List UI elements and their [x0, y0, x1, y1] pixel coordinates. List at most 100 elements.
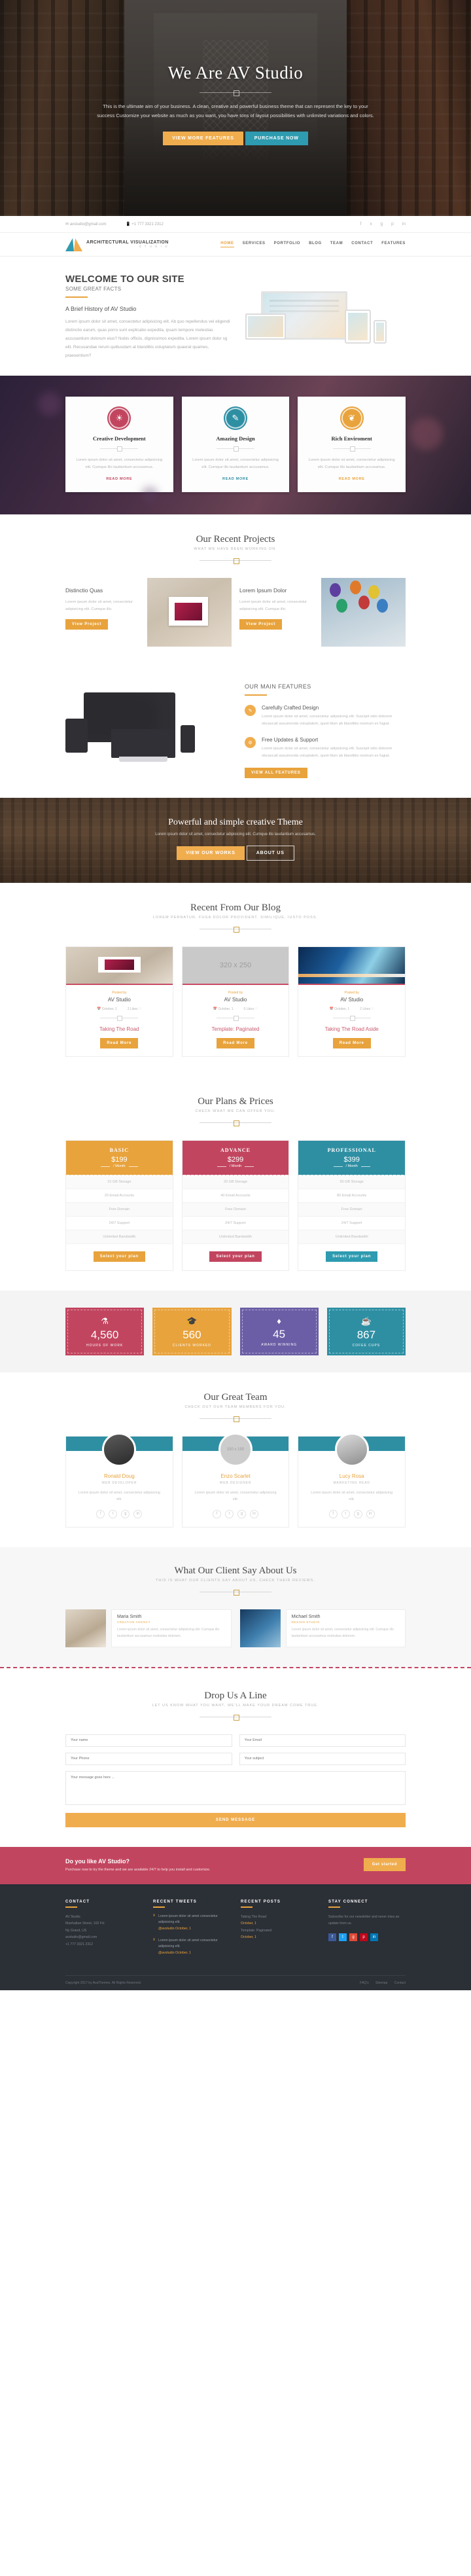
google-plus-icon[interactable]: g: [380, 222, 383, 226]
service-read-more[interactable]: READ MORE: [106, 477, 132, 481]
facebook-icon[interactable]: f: [328, 1509, 338, 1518]
twitter-icon[interactable]: t: [341, 1509, 350, 1518]
message-field[interactable]: [65, 1770, 406, 1805]
get-started-button[interactable]: Get started: [363, 1858, 406, 1872]
topbar-phone[interactable]: 📱 +1 777 3321 2312: [126, 223, 173, 226]
pricing-section: Our Plans & Prices CHECK WHAT WE CAN OFF…: [65, 1077, 406, 1291]
read-more-button[interactable]: Read More: [332, 1038, 371, 1048]
view-project-button[interactable]: View Project: [239, 619, 283, 630]
pinterest-icon[interactable]: p: [360, 1933, 368, 1941]
blog-card[interactable]: 320 x 250 Posted by AV Studio 📅 October,…: [181, 946, 290, 1057]
footer-contact-email[interactable]: avstudio@gmail.com: [65, 1934, 143, 1941]
team-card[interactable]: Lucy Rosa MARKETING HEAD Lorem ipsum dol…: [298, 1433, 406, 1528]
twitter-icon[interactable]: t: [339, 1933, 347, 1941]
topbar: ✉ avstudio@gmail.com 📱 +1 777 3321 2312 …: [0, 216, 471, 233]
nav-item-home[interactable]: HOME: [220, 241, 234, 247]
team-card[interactable]: Ronald Doug WEB DEVELOPER Lorem ipsum do…: [65, 1433, 173, 1528]
blog-thumbnail[interactable]: [66, 947, 173, 985]
counter-card: ☕ 867 COFEE CUPS: [326, 1308, 406, 1355]
service-text: Lorem ipsum dolor sit amet, consectetur …: [308, 458, 395, 469]
topbar-email[interactable]: ✉ avstudio@gmail.com: [65, 223, 115, 226]
welcome-lead: A Brief History of AV Studio: [65, 306, 137, 312]
blog-post-title[interactable]: Template: Paginated: [183, 1026, 289, 1032]
nav-item-blog[interactable]: BLOG: [309, 241, 322, 247]
facebook-icon[interactable]: f: [360, 222, 362, 226]
blog-card[interactable]: Posted by AV Studio 📅 October, 1 2 Likes…: [65, 946, 173, 1057]
pinterest-icon[interactable]: p: [391, 222, 394, 226]
blog-post-title[interactable]: Taking The Road Aside: [298, 1026, 405, 1032]
blog-post-title[interactable]: Taking The Road: [66, 1026, 173, 1032]
view-our-works-button[interactable]: VIEW OUR WORKS: [177, 846, 245, 860]
google-plus-icon[interactable]: g: [121, 1509, 130, 1518]
footer-post-item[interactable]: Taking The Road October, 1: [241, 1914, 318, 1927]
linkedin-icon[interactable]: in: [250, 1509, 258, 1518]
twitter-icon: x: [153, 1937, 155, 1942]
service-card[interactable]: ✎ Amazing Design Lorem ipsum dolor sit a…: [181, 397, 290, 492]
linkedin-icon[interactable]: in: [402, 222, 406, 226]
blog-likes[interactable]: 2 Likes ♡: [128, 1007, 142, 1011]
phone-field[interactable]: [65, 1752, 232, 1765]
about-us-button[interactable]: ABOUT US: [246, 846, 294, 861]
pricing-card[interactable]: PROFESSIONAL $399 / Month 50 GB Storage …: [298, 1140, 406, 1271]
team-card[interactable]: 150 x 150 Enzo Scarlet WEB DESIGNER Lore…: [181, 1433, 290, 1528]
footer-contact-phone[interactable]: +1 777 3321 2312: [65, 1941, 143, 1948]
nav-item-contact[interactable]: CONTACT: [351, 241, 373, 247]
email-field[interactable]: [239, 1734, 406, 1747]
projects-divider: [200, 558, 271, 564]
nav-item-services[interactable]: SERVICES: [243, 241, 266, 247]
facebook-icon[interactable]: f: [328, 1933, 336, 1941]
send-message-button[interactable]: SEND MESSAGE: [65, 1812, 406, 1827]
footer-link-contact[interactable]: Contact: [394, 1981, 406, 1985]
nav-item-portfolio[interactable]: PORTFOLIO: [274, 241, 300, 247]
projects-section: Our Recent Projects WHAT WE HAVE BEEN WO…: [65, 514, 406, 666]
team-social: ft g in: [66, 1509, 173, 1518]
linkedin-icon[interactable]: in: [366, 1509, 375, 1518]
site-logo[interactable]: ARCHITECTURAL VISUALIZATION S T U D I O: [65, 238, 169, 251]
project-image[interactable]: [147, 578, 232, 647]
footer-link-faq[interactable]: FAQ's: [360, 1981, 368, 1985]
tweet-item[interactable]: x Lorem ipsum dolor sit amet consectetur…: [153, 1914, 230, 1932]
team-role: WEB DEVELOPER: [101, 1481, 137, 1485]
google-plus-icon[interactable]: g: [237, 1509, 246, 1518]
linkedin-icon[interactable]: in: [370, 1933, 378, 1941]
pricing-card[interactable]: BASIC $199 / Month 10 GB Storage 20 Emai…: [65, 1140, 173, 1271]
view-more-features-button[interactable]: VIEW MORE FEATURES: [163, 131, 243, 145]
twitter-icon[interactable]: t: [109, 1509, 118, 1518]
google-plus-icon[interactable]: g: [353, 1509, 362, 1518]
google-plus-icon[interactable]: g: [349, 1933, 357, 1941]
select-plan-button[interactable]: Select your plan: [326, 1251, 378, 1262]
footer-link-sitemap[interactable]: Sitemap: [375, 1981, 387, 1985]
twitter-icon[interactable]: x: [370, 222, 372, 226]
blog-thumbnail-placeholder[interactable]: 320 x 250: [182, 947, 289, 985]
select-plan-button[interactable]: Select your plan: [209, 1251, 262, 1262]
subject-field[interactable]: [239, 1752, 406, 1765]
blog-likes[interactable]: 0 Likes ♡: [244, 1007, 258, 1011]
linkedin-icon[interactable]: in: [133, 1509, 143, 1518]
project-image[interactable]: [321, 578, 406, 647]
footer-post-item[interactable]: Template: Paginated October, 1: [241, 1927, 318, 1941]
service-card[interactable]: ❦ Rich Enviroment Lorem ipsum dolor sit …: [298, 397, 406, 492]
service-read-more[interactable]: READ MORE: [222, 477, 249, 481]
tweet-item[interactable]: x Lorem ipsum dolor sit amet consectetur…: [153, 1938, 230, 1956]
view-project-button[interactable]: View Project: [65, 619, 109, 630]
nav-item-features[interactable]: FEATURES: [381, 241, 406, 247]
diamond-icon: ♦: [277, 1316, 281, 1326]
purchase-now-button[interactable]: PURCHASE NOW: [245, 131, 308, 145]
tweet-time: October, 1: [175, 1926, 191, 1931]
facebook-icon[interactable]: f: [213, 1509, 221, 1518]
twitter-icon[interactable]: t: [225, 1509, 234, 1518]
read-more-button[interactable]: Read More: [217, 1038, 254, 1048]
nav-item-team[interactable]: TEAM: [330, 241, 343, 247]
plan-period: / Month: [113, 1164, 126, 1168]
select-plan-button[interactable]: Select your plan: [93, 1251, 145, 1262]
read-more-button[interactable]: Read More: [100, 1038, 139, 1048]
service-card[interactable]: ☀ Creative Development Lorem ipsum dolor…: [65, 397, 173, 492]
blog-card[interactable]: Posted by AV Studio 📅 October, 1 2 Likes…: [298, 946, 406, 1057]
view-all-features-button[interactable]: VIEW ALL FEATURES: [245, 768, 307, 778]
blog-thumbnail[interactable]: [298, 947, 406, 985]
name-field[interactable]: [65, 1734, 232, 1747]
pricing-card[interactable]: ADVANCE $299 / Month 20 GB Storage 40 Em…: [181, 1140, 290, 1271]
service-read-more[interactable]: READ MORE: [339, 477, 365, 481]
blog-likes[interactable]: 2 Likes ♡: [360, 1007, 374, 1011]
facebook-icon[interactable]: f: [96, 1509, 105, 1518]
